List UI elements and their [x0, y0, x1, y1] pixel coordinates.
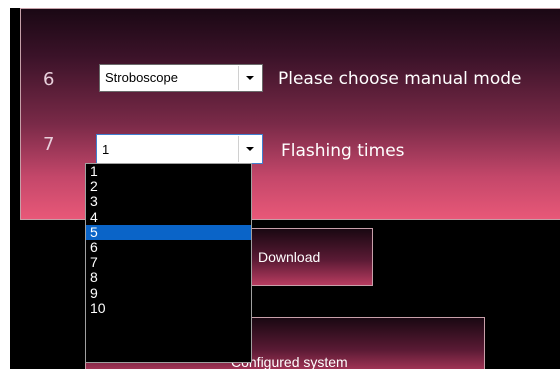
app-window: 6 Stroboscope Please choose manual mode … — [10, 8, 560, 369]
chevron-down-icon[interactable] — [238, 136, 261, 162]
dropdown-option[interactable]: 6 — [86, 239, 251, 255]
flashing-times-select-value: 1 — [102, 142, 110, 157]
dropdown-option-highlighted[interactable]: 5 — [86, 224, 251, 240]
download-button[interactable]: Download — [245, 228, 373, 286]
dropdown-option[interactable]: 1 — [86, 163, 251, 179]
flashing-times-dropdown-list[interactable]: 1 2 3 4 5 6 7 8 9 10 — [85, 163, 252, 363]
dropdown-option[interactable]: 10 — [86, 300, 251, 316]
step-number-6: 6 — [43, 69, 55, 90]
chevron-down-icon[interactable] — [238, 66, 261, 90]
dropdown-option[interactable]: 2 — [86, 179, 251, 194]
dropdown-option[interactable]: 3 — [86, 194, 251, 209]
step-number-7: 7 — [43, 134, 55, 155]
dropdown-option[interactable]: 4 — [86, 209, 251, 225]
mode-select-value: Stroboscope — [105, 70, 178, 85]
flashing-times-select[interactable]: 1 — [96, 134, 263, 164]
dropdown-option[interactable]: 9 — [86, 285, 251, 301]
flashing-times-label: Flashing times — [281, 141, 405, 161]
mode-select[interactable]: Stroboscope — [99, 64, 263, 92]
download-button-label: Download — [258, 249, 321, 265]
dropdown-option[interactable]: 8 — [86, 270, 251, 285]
mode-label: Please choose manual mode — [278, 69, 522, 89]
dropdown-option[interactable]: 7 — [86, 255, 251, 270]
